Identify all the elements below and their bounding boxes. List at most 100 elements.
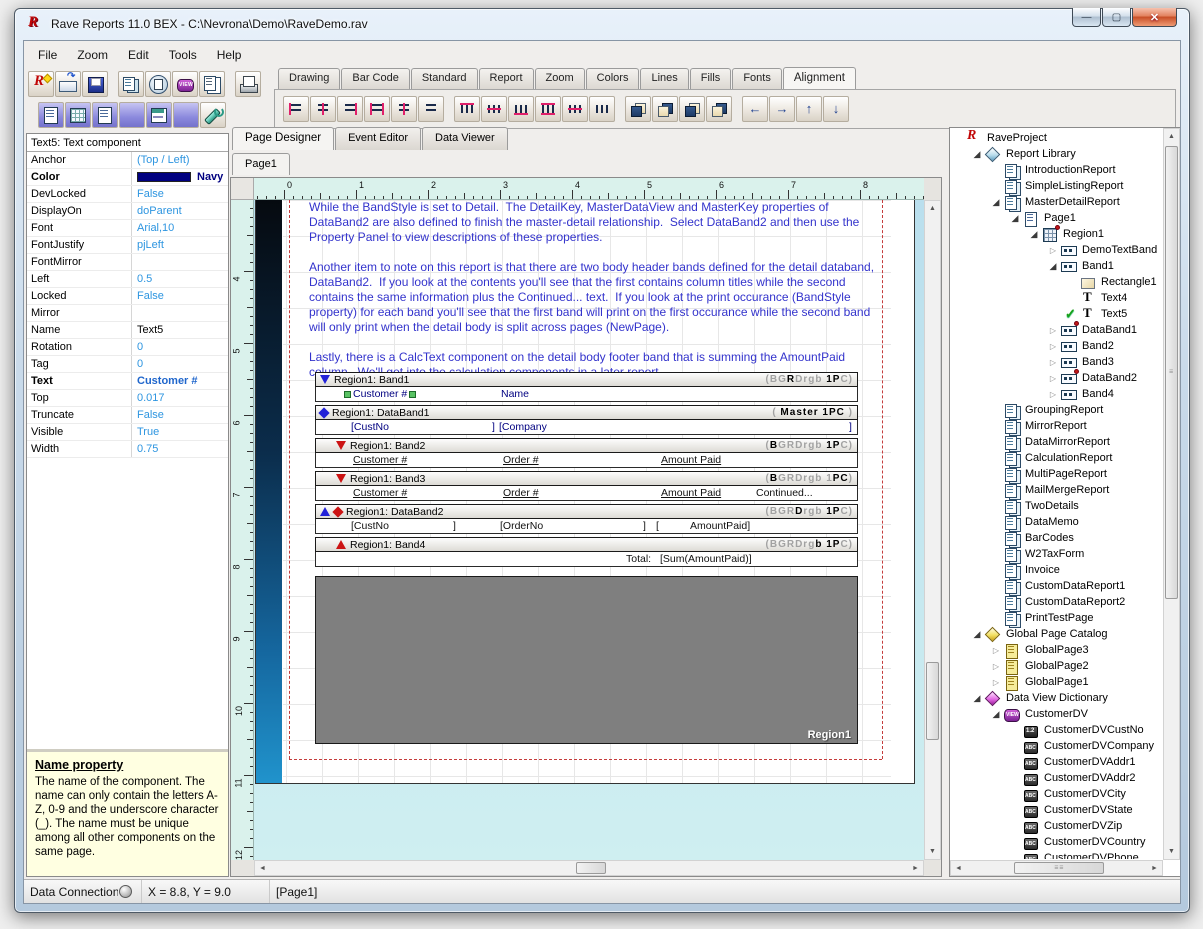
property-value-devlocked[interactable]: False bbox=[132, 186, 228, 202]
property-value-anchor[interactable]: (Top / Left) bbox=[132, 152, 228, 168]
align-vertical-centers-button[interactable] bbox=[481, 96, 507, 122]
tree-item-calculationreport[interactable]: CalculationReport bbox=[951, 450, 1162, 466]
databand2-field-[interactable]: ] bbox=[453, 520, 456, 532]
band3-header-bar[interactable]: Region1: Band3(BGRDrgb 1PC) bbox=[315, 471, 858, 486]
tree-expander-closed[interactable]: ▷ bbox=[1046, 358, 1060, 367]
tree-item-customerdvcity[interactable]: CustomerDVCity bbox=[951, 786, 1162, 802]
tree-item-text4[interactable]: Text4 bbox=[951, 290, 1162, 306]
tool-tab-colors[interactable]: Colors bbox=[586, 68, 640, 89]
move-left-button[interactable]: ← bbox=[742, 96, 768, 122]
property-value-left[interactable]: 0.5 bbox=[132, 271, 228, 287]
page-designer-tool-1-button[interactable] bbox=[38, 102, 64, 128]
tree-item-band3[interactable]: ▷Band3 bbox=[951, 354, 1162, 370]
canvas-vscroll-thumb[interactable] bbox=[926, 662, 939, 740]
align-top-edges-button[interactable] bbox=[454, 96, 480, 122]
tree-item-mailmergereport[interactable]: MailMergeReport bbox=[951, 482, 1162, 498]
new-global-page-button[interactable] bbox=[145, 71, 171, 97]
align-horizontal-both-button[interactable] bbox=[364, 96, 390, 122]
tool-tab-report[interactable]: Report bbox=[479, 68, 534, 89]
databand1-field-[interactable]: ] bbox=[492, 421, 495, 433]
tree-expander-closed[interactable]: ▷ bbox=[1046, 326, 1060, 335]
tree-item-globalpage1[interactable]: ▷GlobalPage1 bbox=[951, 674, 1162, 690]
tree-item-customerdvcountry[interactable]: CustomerDVCountry bbox=[951, 834, 1162, 850]
band1-field-name[interactable]: Name bbox=[501, 388, 529, 400]
tree-item-customdatareport2[interactable]: CustomDataReport2 bbox=[951, 594, 1162, 610]
space-vertically-button[interactable] bbox=[589, 96, 615, 122]
align-bottom-edges-button[interactable] bbox=[508, 96, 534, 122]
tree-item-invoice[interactable]: Invoice bbox=[951, 562, 1162, 578]
databand1-field-[interactable]: ] bbox=[849, 421, 852, 433]
tree-expander-closed[interactable]: ▷ bbox=[1046, 374, 1060, 383]
band1-content-row[interactable]: Customer # Name bbox=[315, 387, 858, 402]
tree-item-introductionreport[interactable]: IntroductionReport bbox=[951, 162, 1162, 178]
property-label-visible[interactable]: Visible bbox=[27, 424, 132, 440]
tree-expander-closed[interactable]: ▷ bbox=[1046, 246, 1060, 255]
band2-header-bar[interactable]: Region1: Band2(BGRDrgb 1PC) bbox=[315, 438, 858, 453]
panel-splitter[interactable] bbox=[942, 127, 949, 877]
tree-item-data-view-dictionary[interactable]: ◢Data View Dictionary bbox=[951, 690, 1162, 706]
tree-item-text5[interactable]: ✓Text5 bbox=[951, 306, 1162, 322]
databand2-field-[interactable]: ] bbox=[643, 520, 646, 532]
move-right-button[interactable]: → bbox=[769, 96, 795, 122]
tree-item-page1[interactable]: ◢Page1 bbox=[951, 210, 1162, 226]
show-rulers-button[interactable] bbox=[146, 102, 172, 128]
tree-item-mirrorreport[interactable]: MirrorReport bbox=[951, 418, 1162, 434]
tree-expander-open[interactable]: ◢ bbox=[1008, 213, 1022, 224]
center-horizontally-in-band-button[interactable] bbox=[391, 96, 417, 122]
property-label-width[interactable]: Width bbox=[27, 441, 132, 457]
tree-item-global-page-catalog[interactable]: ◢Global Page Catalog bbox=[951, 626, 1162, 642]
tree-item-multipagereport[interactable]: MultiPageReport bbox=[951, 466, 1162, 482]
scroll-left-arrow[interactable]: ◄ bbox=[255, 861, 270, 876]
tree-expander-closed[interactable]: ▷ bbox=[989, 646, 1003, 655]
canvas-horizontal-scrollbar[interactable]: ◄ ► bbox=[254, 860, 924, 876]
band2-field-customer[interactable]: Customer # bbox=[353, 454, 407, 466]
minimize-button[interactable]: — bbox=[1072, 8, 1101, 27]
page-blank-tool-button[interactable] bbox=[173, 102, 199, 128]
tool-tab-fills[interactable]: Fills bbox=[690, 68, 732, 89]
tree-vertical-scrollbar[interactable]: ▲ ≡ ▼ bbox=[1163, 128, 1180, 860]
tab-event-editor[interactable]: Event Editor bbox=[335, 127, 421, 150]
new-data-view-button[interactable] bbox=[172, 71, 198, 97]
tool-tab-zoom[interactable]: Zoom bbox=[535, 68, 585, 89]
property-value-name[interactable]: Text5 bbox=[132, 322, 228, 338]
property-label-mirror[interactable]: Mirror bbox=[27, 305, 132, 321]
databand2-field-orderno[interactable]: [OrderNo bbox=[500, 520, 543, 532]
tree-item-customerdvzip[interactable]: CustomerDVZip bbox=[951, 818, 1162, 834]
tree-item-region1[interactable]: ◢Region1 bbox=[951, 226, 1162, 242]
maximize-button[interactable]: ▢ bbox=[1102, 8, 1131, 27]
tree-expander-open[interactable]: ◢ bbox=[989, 709, 1003, 720]
tree-item-datamemo[interactable]: DataMemo bbox=[951, 514, 1162, 530]
new-report-button[interactable] bbox=[118, 71, 144, 97]
tree-expander-open[interactable]: ◢ bbox=[989, 197, 1003, 208]
band1-field-customer[interactable]: Customer # bbox=[353, 388, 407, 400]
property-label-name[interactable]: Name bbox=[27, 322, 132, 338]
tree-item-demotextband[interactable]: ▷DemoTextBand bbox=[951, 242, 1162, 258]
property-label-color[interactable]: Color bbox=[27, 169, 132, 185]
property-label-left[interactable]: Left bbox=[27, 271, 132, 287]
scroll-right-arrow[interactable]: ► bbox=[908, 861, 923, 876]
tree-item-raveproject[interactable]: RaveProject bbox=[951, 130, 1162, 146]
report-page[interactable]: While the BandStyle is set to Detail. Th… bbox=[255, 200, 915, 784]
execute-report-button[interactable] bbox=[235, 71, 261, 97]
tree-scroll-up-arrow[interactable]: ▲ bbox=[1164, 129, 1179, 144]
databand2-field-amountpaid[interactable]: AmountPaid] bbox=[690, 520, 750, 532]
tree-hscroll-thumb[interactable]: ≡≡ bbox=[1014, 862, 1104, 874]
move-down-button[interactable]: ↓ bbox=[823, 96, 849, 122]
band4-field-sum-amountpaid[interactable]: [Sum(AmountPaid)] bbox=[660, 553, 752, 565]
tree-item-twodetails[interactable]: TwoDetails bbox=[951, 498, 1162, 514]
tree-horizontal-scrollbar[interactable]: ◄ ≡≡ ► bbox=[950, 860, 1163, 876]
bring-forward-button[interactable] bbox=[679, 96, 705, 122]
databand1-field-company[interactable]: [Company bbox=[499, 421, 547, 433]
databand2-content-row[interactable]: [CustNo][OrderNo][AmountPaid] bbox=[315, 519, 858, 534]
tab-page-designer[interactable]: Page Designer bbox=[232, 127, 334, 150]
property-value-locked[interactable]: False bbox=[132, 288, 228, 304]
menu-zoom[interactable]: Zoom bbox=[67, 45, 118, 66]
tree-expander-closed[interactable]: ▷ bbox=[989, 678, 1003, 687]
tree-item-barcodes[interactable]: BarCodes bbox=[951, 530, 1162, 546]
property-label-devlocked[interactable]: DevLocked bbox=[27, 186, 132, 202]
tree-expander-closed[interactable]: ▷ bbox=[989, 662, 1003, 671]
property-value-top[interactable]: 0.017 bbox=[132, 390, 228, 406]
property-label-fontmirror[interactable]: FontMirror bbox=[27, 254, 132, 270]
center-vertically-in-band-button[interactable] bbox=[562, 96, 588, 122]
band3-field-continued[interactable]: Continued... bbox=[756, 487, 813, 499]
